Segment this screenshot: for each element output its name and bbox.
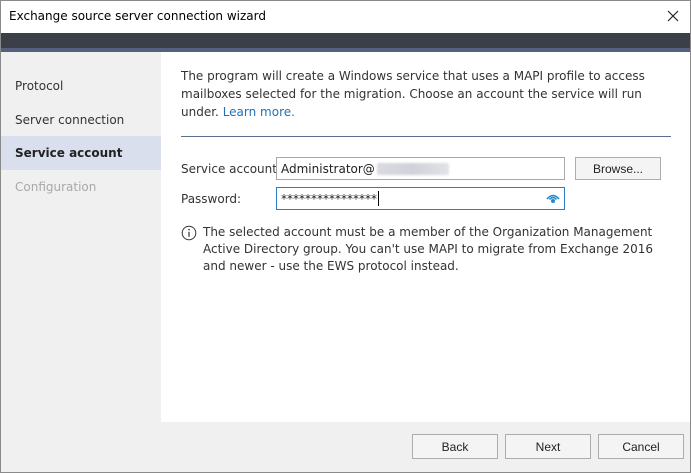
sidebar-item-configuration: Configuration <box>1 170 161 204</box>
wizard-footer: Back Next Cancel <box>1 422 690 472</box>
sidebar-item-service-account[interactable]: Service account <box>1 136 161 170</box>
page-description: The program will create a Windows servic… <box>181 67 661 121</box>
password-input[interactable]: **************** <box>276 187 565 210</box>
title-bar: Exchange source server connection wizard <box>1 1 690 33</box>
wizard-steps-sidebar: Protocol Server connection Service accou… <box>1 52 161 422</box>
sidebar-item-label: Server connection <box>15 113 125 127</box>
info-icon <box>181 225 197 241</box>
sidebar-item-label: Protocol <box>15 79 64 93</box>
sidebar-item-protocol[interactable]: Protocol <box>1 69 161 103</box>
next-button[interactable]: Next <box>505 434 591 459</box>
service-account-input[interactable]: Administrator@ <box>276 157 565 180</box>
close-icon <box>667 10 679 22</box>
section-divider <box>181 136 671 137</box>
wizard-window: Exchange source server connection wizard… <box>0 0 691 473</box>
info-text: The selected account must be a member of… <box>203 225 654 273</box>
learn-more-link[interactable]: Learn more. <box>223 105 295 119</box>
redacted-domain <box>376 162 449 175</box>
text-caret <box>378 191 379 206</box>
sidebar-item-label: Service account <box>15 146 123 160</box>
header-dark-band <box>1 33 690 48</box>
service-account-value: Administrator@ <box>281 161 375 176</box>
window-title: Exchange source server connection wizard <box>9 9 266 23</box>
close-button[interactable] <box>658 3 688 29</box>
eye-icon[interactable] <box>545 192 561 206</box>
back-button[interactable]: Back <box>412 434 498 459</box>
sidebar-item-label: Configuration <box>15 180 97 194</box>
browse-button[interactable]: Browse... <box>575 157 661 180</box>
cancel-button[interactable]: Cancel <box>598 434 684 459</box>
main-panel: The program will create a Windows servic… <box>161 52 690 422</box>
sidebar-item-server-connection[interactable]: Server connection <box>1 103 161 137</box>
password-label: Password: <box>181 192 242 206</box>
password-value: **************** <box>281 191 377 206</box>
service-account-label: Service account: <box>181 162 282 176</box>
